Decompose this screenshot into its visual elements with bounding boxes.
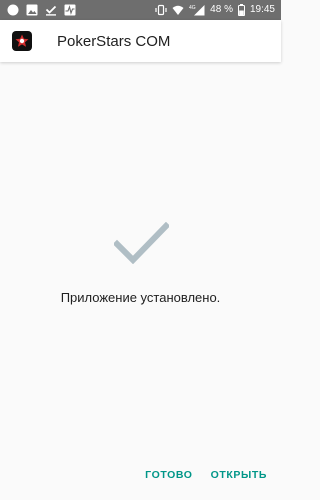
action-buttons: ГОТОВО ОТКРЫТЬ — [145, 469, 267, 481]
download-done-icon — [45, 4, 57, 16]
circle-icon — [7, 4, 19, 16]
signal-icon: 4G — [189, 4, 205, 16]
checkmark-icon — [114, 222, 169, 264]
screen: 4G 48 % 19:45 PokerStars COM Приложение … — [0, 0, 281, 500]
status-bar-right: 4G 48 % 19:45 — [155, 4, 281, 16]
signal-label: 4G — [189, 5, 196, 11]
wifi-icon — [172, 4, 184, 16]
open-button[interactable]: ОТКРЫТЬ — [211, 469, 267, 481]
pokerstars-logo-icon — [12, 31, 32, 51]
status-bar-left — [0, 4, 76, 16]
app-bar: PokerStars COM — [0, 20, 281, 62]
status-bar: 4G 48 % 19:45 — [0, 0, 281, 20]
battery-percent: 48 % — [210, 4, 233, 15]
vibrate-icon — [155, 4, 167, 16]
battery-icon — [237, 4, 245, 16]
image-icon — [26, 4, 38, 16]
app-title: PokerStars COM — [57, 32, 171, 50]
done-button[interactable]: ГОТОВО — [145, 469, 192, 481]
activity-icon — [64, 4, 76, 16]
install-message: Приложение установлено. — [60, 290, 221, 305]
status-time: 19:45 — [249, 4, 275, 15]
